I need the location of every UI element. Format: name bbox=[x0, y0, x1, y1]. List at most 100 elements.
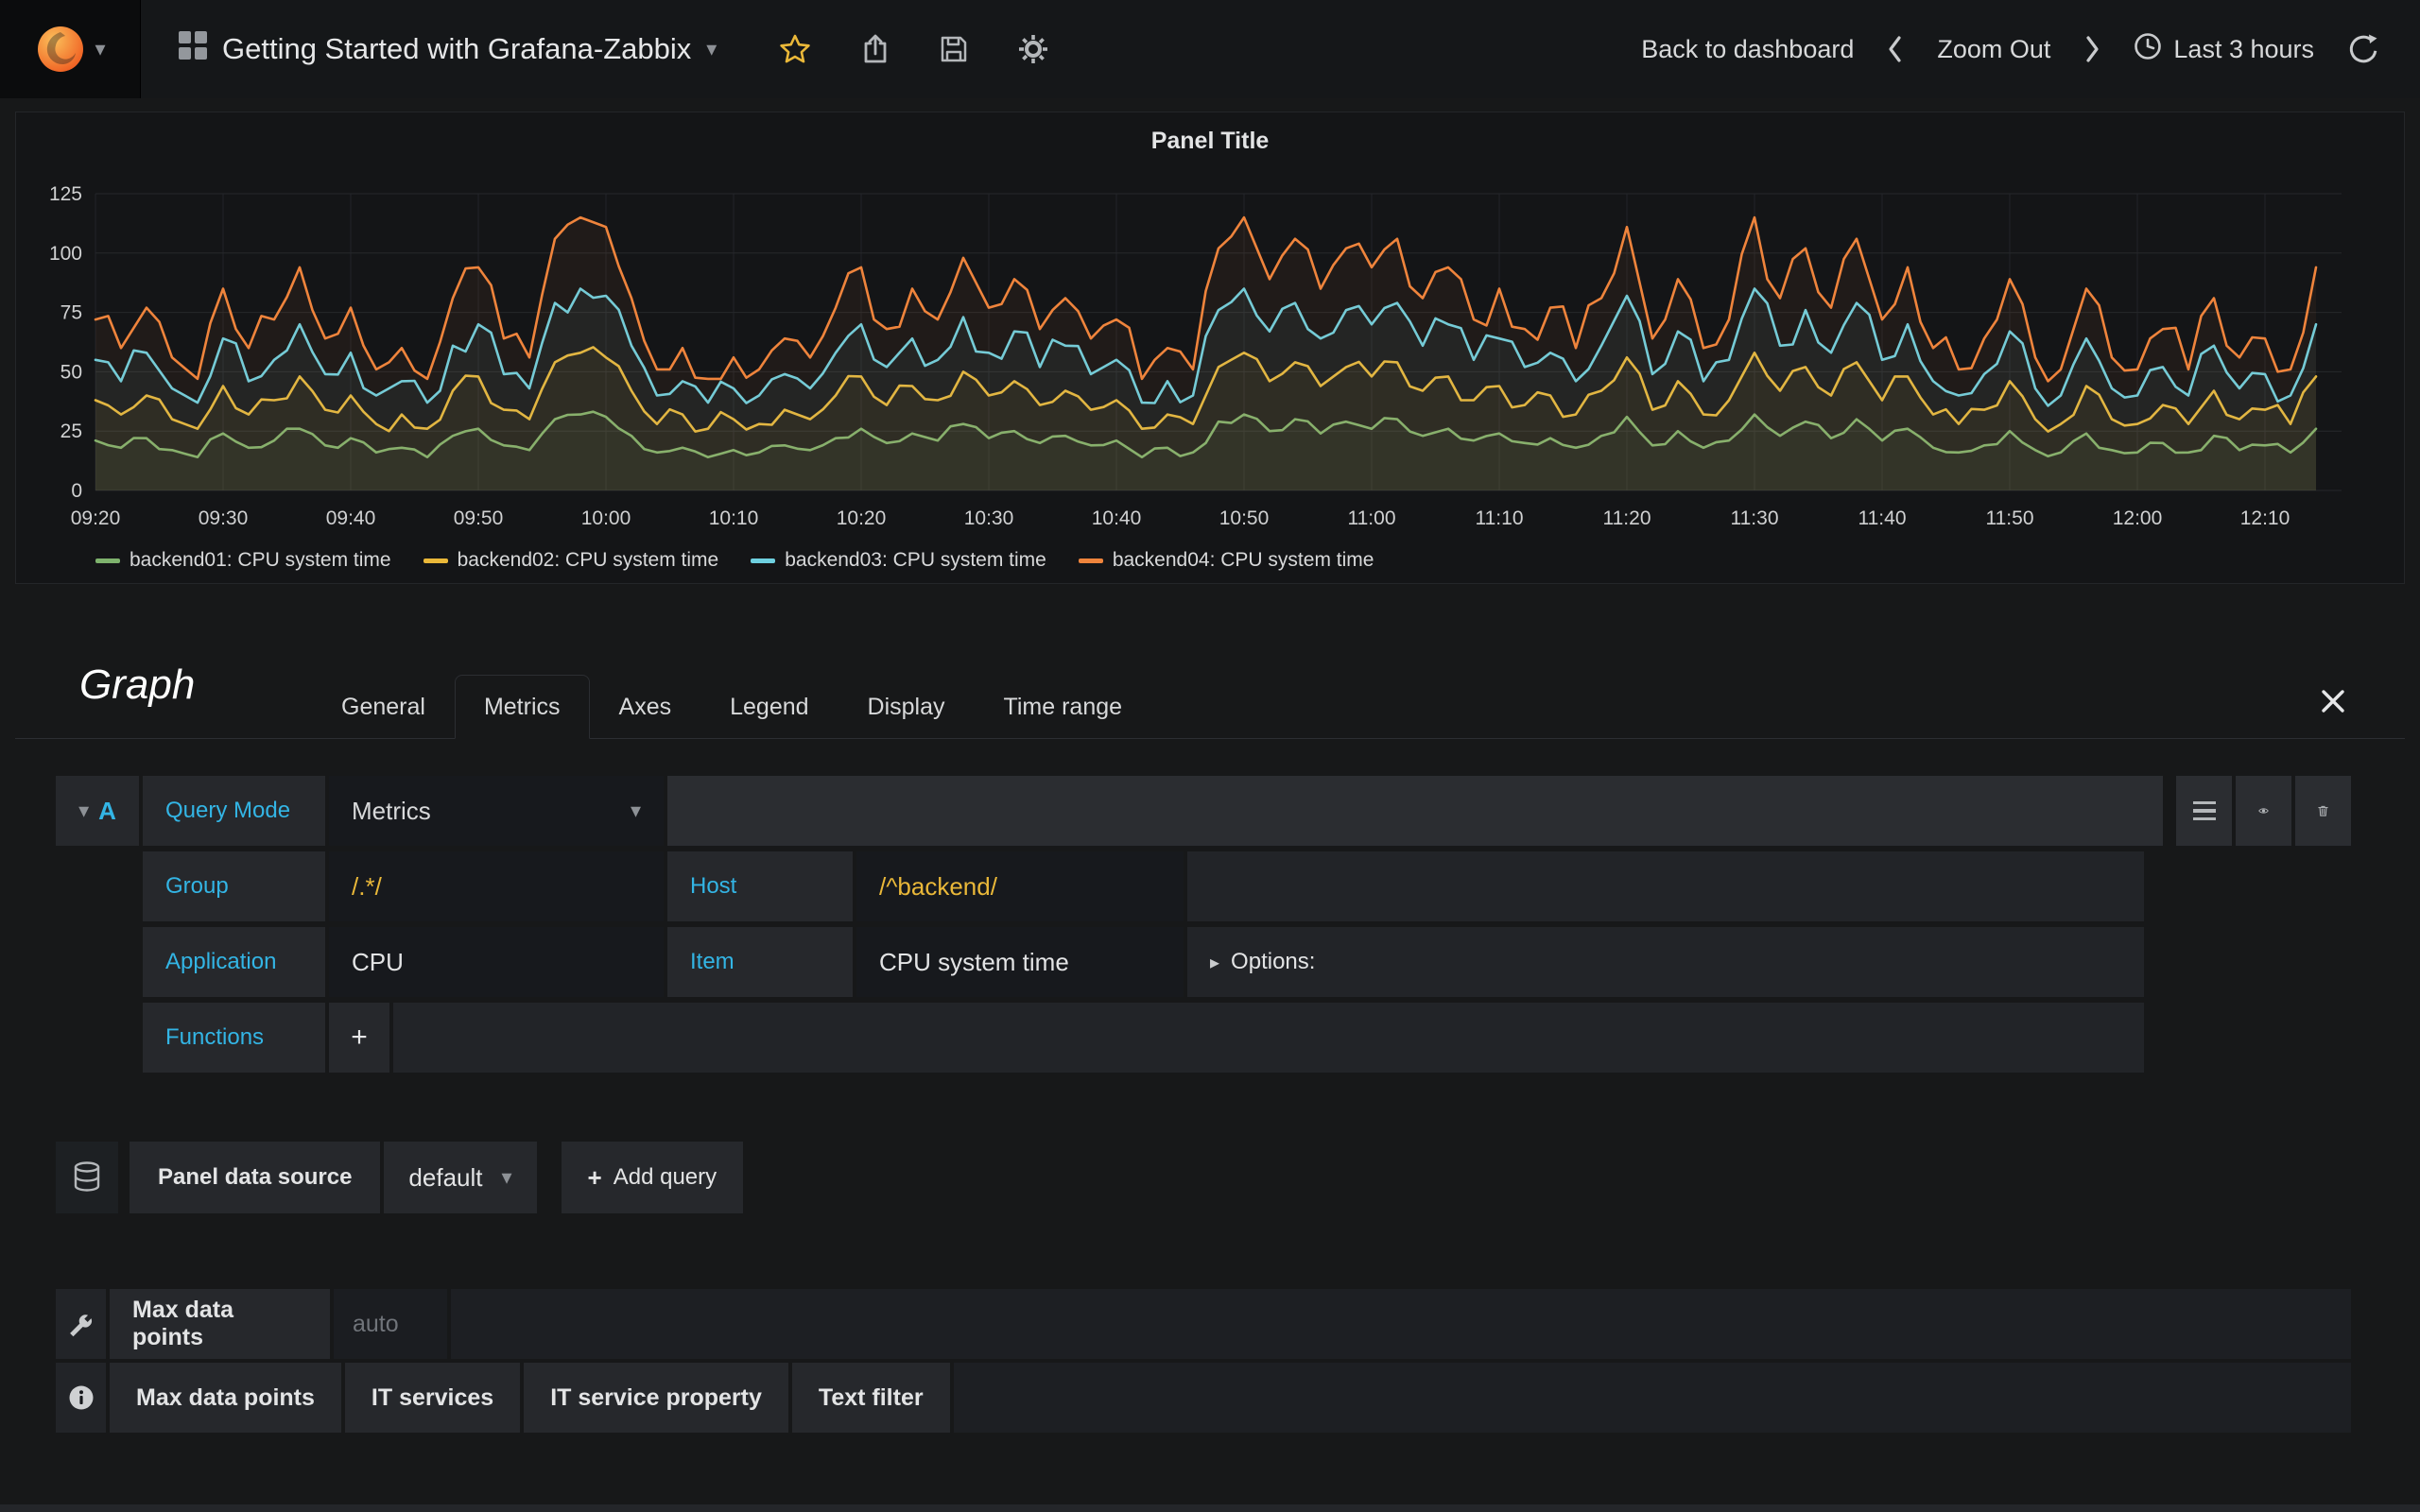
svg-text:11:20: 11:20 bbox=[1603, 507, 1651, 529]
legend-label: backend03: CPU system time bbox=[785, 549, 1046, 572]
svg-text:10:20: 10:20 bbox=[837, 507, 887, 529]
function-mode-tabs: Max data pointsIT servicesIT service pro… bbox=[110, 1363, 2351, 1433]
legend-color-dash bbox=[1079, 558, 1103, 563]
query-mode-value: Metrics bbox=[352, 797, 431, 826]
mode-tab-text-filter[interactable]: Text filter bbox=[792, 1363, 950, 1433]
group-input[interactable]: /.*/ bbox=[329, 851, 664, 921]
dashboard-grid-icon bbox=[179, 31, 207, 67]
functions-label: Functions bbox=[143, 1003, 325, 1073]
hamburger-icon bbox=[2193, 801, 2216, 821]
datasource-select[interactable]: default ▾ bbox=[384, 1142, 536, 1213]
query-trash-icon[interactable] bbox=[2295, 776, 2351, 846]
svg-text:09:30: 09:30 bbox=[199, 507, 249, 529]
grafana-logo[interactable]: ▾ bbox=[0, 0, 141, 98]
panel-title[interactable]: Panel Title bbox=[16, 128, 2404, 155]
svg-text:100: 100 bbox=[49, 243, 82, 265]
time-series-chart[interactable]: 09:2009:3009:4009:5010:0010:1010:2010:30… bbox=[20, 160, 2402, 541]
navbar-actions bbox=[779, 33, 1049, 65]
time-range-picker[interactable]: Last 3 hours bbox=[2134, 32, 2314, 67]
legend-color-dash bbox=[751, 558, 775, 563]
database-icon bbox=[56, 1142, 118, 1213]
legend-item[interactable]: backend04: CPU system time bbox=[1079, 549, 1374, 572]
svg-text:09:20: 09:20 bbox=[71, 507, 121, 529]
max-data-points-input[interactable]: auto bbox=[334, 1289, 447, 1359]
query-menu-icon[interactable] bbox=[2176, 776, 2232, 846]
max-data-points-row: Max data points auto bbox=[56, 1289, 2351, 1359]
svg-text:0: 0 bbox=[71, 480, 82, 502]
close-icon[interactable] bbox=[2316, 684, 2350, 718]
gear-icon[interactable] bbox=[1017, 33, 1049, 65]
star-icon[interactable] bbox=[779, 33, 811, 65]
svg-text:09:50: 09:50 bbox=[454, 507, 504, 529]
wrench-icon bbox=[56, 1289, 106, 1359]
tab-display[interactable]: Display bbox=[838, 675, 975, 739]
add-function-button[interactable]: + bbox=[329, 1003, 389, 1073]
datasource-value: default bbox=[408, 1163, 482, 1193]
svg-text:10:00: 10:00 bbox=[581, 507, 631, 529]
tab-axes[interactable]: Axes bbox=[590, 675, 701, 739]
caret-down-icon: ▾ bbox=[502, 1167, 512, 1188]
legend-item[interactable]: backend01: CPU system time bbox=[95, 549, 391, 572]
query-collapse-toggle[interactable]: ▾ A bbox=[56, 776, 139, 846]
legend-label: backend02: CPU system time bbox=[458, 549, 719, 572]
legend-color-dash bbox=[424, 558, 448, 563]
options-caret-icon: ▸ bbox=[1210, 951, 1219, 974]
svg-text:12:10: 12:10 bbox=[2240, 507, 2290, 529]
svg-text:75: 75 bbox=[60, 302, 82, 324]
query-mode-select[interactable]: Metrics ▾ bbox=[329, 776, 664, 846]
navbar-right: Back to dashboard Zoom Out Last 3 hours bbox=[1641, 32, 2420, 67]
svg-text:125: 125 bbox=[49, 183, 82, 205]
refresh-icon[interactable] bbox=[2348, 34, 2378, 64]
item-input[interactable]: CPU system time bbox=[856, 927, 1184, 997]
svg-text:10:40: 10:40 bbox=[1092, 507, 1142, 529]
svg-text:10:10: 10:10 bbox=[709, 507, 759, 529]
panel-datasource-label: Panel data source bbox=[130, 1142, 380, 1213]
mode-tab-max-data-points[interactable]: Max data points bbox=[110, 1363, 341, 1433]
query-letter: A bbox=[98, 797, 116, 826]
page-bottom-strip bbox=[0, 1504, 2420, 1512]
query-row-application-item: Application CPU Item CPU system time ▸ O… bbox=[56, 927, 2144, 997]
svg-text:11:30: 11:30 bbox=[1731, 507, 1779, 529]
tab-metrics[interactable]: Metrics bbox=[455, 675, 590, 739]
caret-down-icon: ▾ bbox=[631, 800, 641, 821]
mode-tab-it-services[interactable]: IT services bbox=[345, 1363, 520, 1433]
query-row-functions: Functions + bbox=[56, 1003, 2144, 1073]
svg-text:09:40: 09:40 bbox=[326, 507, 376, 529]
dashboard-title: Getting Started with Grafana-Zabbix bbox=[222, 32, 691, 66]
zoom-out-button[interactable]: Zoom Out bbox=[1937, 35, 2050, 64]
mode-tab-it-service-property[interactable]: IT service property bbox=[524, 1363, 788, 1433]
svg-text:12:00: 12:00 bbox=[2113, 507, 2163, 529]
host-input[interactable]: /^backend/ bbox=[856, 851, 1184, 921]
add-query-button[interactable]: + Add query bbox=[562, 1142, 744, 1213]
footer-row-spacer bbox=[451, 1289, 2351, 1359]
function-modes-row: Max data pointsIT servicesIT service pro… bbox=[56, 1363, 2351, 1433]
query-row-spacer bbox=[393, 1003, 2144, 1073]
query-row-spacer bbox=[667, 776, 2163, 846]
info-icon bbox=[56, 1363, 106, 1433]
dashboard-title-menu[interactable]: Getting Started with Grafana-Zabbix ▾ bbox=[179, 31, 717, 67]
tab-time-range[interactable]: Time range bbox=[975, 675, 1152, 739]
query-eye-icon[interactable] bbox=[2236, 776, 2291, 846]
datasource-row: Panel data source default ▾ + Add query bbox=[56, 1142, 743, 1213]
footer-row-spacer bbox=[954, 1363, 2351, 1433]
chevron-left-icon[interactable] bbox=[1888, 35, 1903, 63]
navbar: ▾ Getting Started with Grafana-Zabbix ▾ bbox=[0, 0, 2420, 98]
options-label: Options: bbox=[1231, 949, 1315, 975]
share-icon[interactable] bbox=[860, 34, 890, 64]
tab-general[interactable]: General bbox=[312, 675, 455, 739]
tab-legend[interactable]: Legend bbox=[700, 675, 838, 739]
options-toggle[interactable]: ▸ Options: bbox=[1187, 927, 2144, 997]
legend-item[interactable]: backend02: CPU system time bbox=[424, 549, 719, 572]
legend-item[interactable]: backend03: CPU system time bbox=[751, 549, 1046, 572]
query-row-mode: ▾ A Query Mode Metrics ▾ bbox=[56, 776, 2351, 846]
application-label: Application bbox=[143, 927, 325, 997]
plus-icon: + bbox=[588, 1163, 602, 1193]
panel-type-label: Graph bbox=[79, 662, 195, 709]
max-data-points-label: Max data points bbox=[110, 1289, 330, 1359]
legend-label: backend04: CPU system time bbox=[1113, 549, 1374, 572]
back-to-dashboard-button[interactable]: Back to dashboard bbox=[1641, 35, 1854, 64]
chevron-right-icon[interactable] bbox=[2084, 35, 2100, 63]
application-input[interactable]: CPU bbox=[329, 927, 664, 997]
clock-icon bbox=[2134, 32, 2162, 67]
save-icon[interactable] bbox=[940, 35, 968, 63]
